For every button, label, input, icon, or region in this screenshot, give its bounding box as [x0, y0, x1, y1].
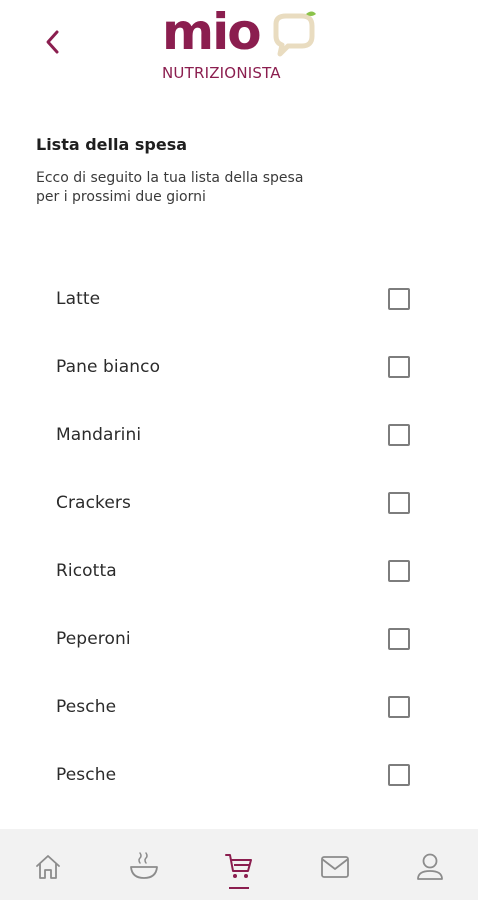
shopping-list: Latte Pane bianco Mandarini Crackers Ric… — [0, 266, 478, 810]
nav-shopping-list[interactable] — [219, 847, 259, 887]
subtitle-line-1: Ecco di seguito la tua lista della spesa — [36, 170, 304, 186]
subtitle-line-2: per i prossimi due giorni — [36, 189, 206, 205]
item-checkbox[interactable] — [388, 424, 410, 446]
intro-section: Lista della spesa Ecco di seguito la tua… — [36, 134, 396, 207]
logo-word: mio — [162, 3, 262, 61]
nav-home[interactable] — [28, 847, 68, 887]
list-item: Peperoni — [0, 606, 478, 674]
nav-messages[interactable] — [315, 847, 355, 887]
bowl-icon — [130, 852, 158, 879]
cart-icon — [225, 854, 252, 878]
item-checkbox[interactable] — [388, 288, 410, 310]
page-subtitle: Ecco di seguito la tua lista della spesa… — [36, 169, 396, 207]
list-item: Pane bianco — [0, 334, 478, 402]
bottom-nav — [0, 829, 478, 900]
active-tab-indicator — [229, 887, 249, 889]
item-label: Ricotta — [56, 561, 117, 581]
nav-profile[interactable] — [410, 847, 450, 887]
home-icon — [36, 855, 60, 879]
item-checkbox[interactable] — [388, 492, 410, 514]
item-label: Peperoni — [56, 629, 131, 649]
back-button[interactable] — [36, 24, 68, 60]
item-label: Latte — [56, 289, 101, 309]
list-item: Pesche — [0, 742, 478, 810]
item-checkbox[interactable] — [388, 628, 410, 650]
list-item: Latte — [0, 266, 478, 334]
logo-subtitle: NUTRIZIONISTA — [162, 64, 281, 82]
page-title: Lista della spesa — [36, 135, 188, 154]
item-label: Crackers — [56, 493, 131, 513]
item-checkbox[interactable] — [388, 560, 410, 582]
list-item: Crackers — [0, 470, 478, 538]
list-item: Mandarini — [0, 402, 478, 470]
brand-logo: mio NUTRIZIONISTA — [160, 4, 320, 84]
list-item: Pesche — [0, 674, 478, 742]
item-checkbox[interactable] — [388, 356, 410, 378]
list-item: Ricotta — [0, 538, 478, 606]
item-label: Pesche — [56, 697, 117, 717]
item-label: Pesche — [56, 765, 117, 785]
logo-speech-bubble-icon — [273, 11, 316, 57]
item-checkbox[interactable] — [388, 764, 410, 786]
chevron-left-icon — [46, 30, 59, 54]
nav-meals[interactable] — [124, 847, 164, 887]
item-label: Mandarini — [56, 425, 142, 445]
profile-icon — [417, 853, 443, 880]
item-checkbox[interactable] — [388, 696, 410, 718]
mail-icon — [321, 856, 349, 878]
app-header: mio NUTRIZIONISTA — [0, 0, 478, 110]
item-label: Pane bianco — [56, 357, 161, 377]
